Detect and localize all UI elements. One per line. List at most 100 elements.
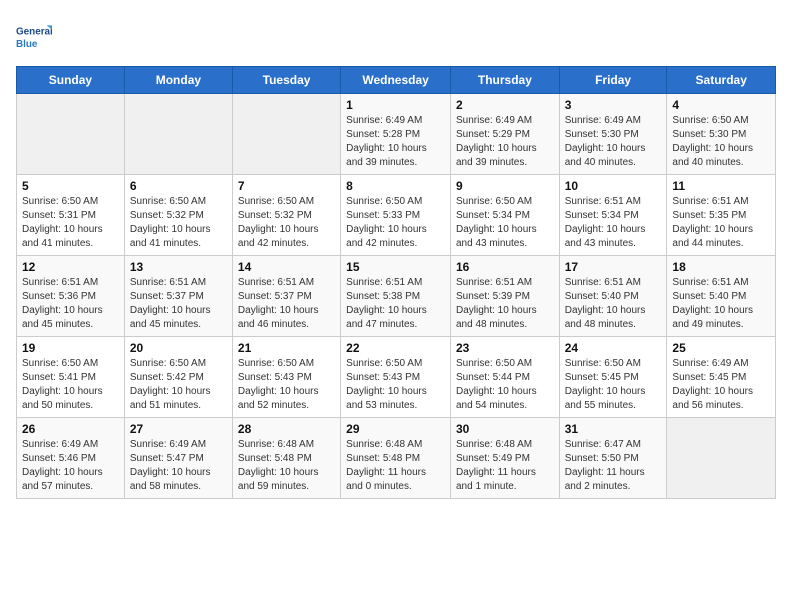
day-number: 27 xyxy=(130,422,227,436)
weekday-header-monday: Monday xyxy=(124,67,232,94)
day-info: Sunrise: 6:49 AM Sunset: 5:46 PM Dayligh… xyxy=(22,438,119,494)
day-number: 22 xyxy=(346,341,445,355)
day-cell xyxy=(232,94,340,175)
day-number: 31 xyxy=(565,422,662,436)
day-info: Sunrise: 6:51 AM Sunset: 5:37 PM Dayligh… xyxy=(130,276,227,332)
day-info: Sunrise: 6:51 AM Sunset: 5:39 PM Dayligh… xyxy=(456,276,554,332)
day-cell xyxy=(17,94,125,175)
day-cell: 8Sunrise: 6:50 AM Sunset: 5:33 PM Daylig… xyxy=(341,175,451,256)
calendar-header: SundayMondayTuesdayWednesdayThursdayFrid… xyxy=(17,67,776,94)
weekday-header-sunday: Sunday xyxy=(17,67,125,94)
day-number: 14 xyxy=(238,260,335,274)
weekday-header-tuesday: Tuesday xyxy=(232,67,340,94)
day-info: Sunrise: 6:47 AM Sunset: 5:50 PM Dayligh… xyxy=(565,438,662,494)
day-cell: 15 Sunrise: 6:51 AM Sunset: 5:38 PM Dayli… xyxy=(341,256,451,337)
day-number: 4 xyxy=(672,98,770,112)
svg-text:Blue: Blue xyxy=(16,39,38,50)
logo: General Blue xyxy=(16,20,56,56)
day-number: 15 xyxy=(346,260,445,274)
day-info: Sunrise: 6:49 AM Sunset: 5:47 PM Dayligh… xyxy=(130,438,227,494)
svg-text:General: General xyxy=(16,26,52,37)
day-number: 26 xyxy=(22,422,119,436)
day-info: Sunrise: 6:48 AM Sunset: 5:48 PM Dayligh… xyxy=(238,438,335,494)
day-number: 10 xyxy=(565,179,662,193)
day-cell: 17 Sunrise: 6:51 AM Sunset: 5:40 PM Dayli… xyxy=(559,256,667,337)
day-cell: 12 Sunrise: 6:51 AM Sunset: 5:36 PM Dayli… xyxy=(17,256,125,337)
day-cell: 23 Sunrise: 6:50 AM Sunset: 5:44 PM Dayli… xyxy=(450,337,559,418)
weekday-header-wednesday: Wednesday xyxy=(341,67,451,94)
day-info: Sunrise: 6:50 AM Sunset: 5:31 PM Dayligh… xyxy=(22,195,119,251)
day-info: Sunrise: 6:51 AM Sunset: 5:36 PM Dayligh… xyxy=(22,276,119,332)
day-number: 2 xyxy=(456,98,554,112)
day-number: 25 xyxy=(672,341,770,355)
day-cell: 13 Sunrise: 6:51 AM Sunset: 5:37 PM Dayli… xyxy=(124,256,232,337)
day-cell: 14 Sunrise: 6:51 AM Sunset: 5:37 PM Dayli… xyxy=(232,256,340,337)
week-row-2: 5 Sunrise: 6:50 AM Sunset: 5:31 PM Daylig… xyxy=(17,175,776,256)
day-number: 3 xyxy=(565,98,662,112)
day-number: 11 xyxy=(672,179,770,193)
day-number: 18 xyxy=(672,260,770,274)
day-cell: 30Sunrise: 6:48 AM Sunset: 5:49 PM Dayli… xyxy=(450,418,559,499)
day-info: Sunrise: 6:50 AM Sunset: 5:43 PM Dayligh… xyxy=(346,357,445,413)
day-info: Sunrise: 6:50 AM Sunset: 5:45 PM Dayligh… xyxy=(565,357,662,413)
day-info: Sunrise: 6:48 AM Sunset: 5:48 PM Dayligh… xyxy=(346,438,445,494)
day-info: Sunrise: 6:49 AM Sunset: 5:30 PM Dayligh… xyxy=(565,114,662,170)
weekday-header-saturday: Saturday xyxy=(667,67,776,94)
day-cell: 18 Sunrise: 6:51 AM Sunset: 5:40 PM Dayli… xyxy=(667,256,776,337)
day-cell: 2 Sunrise: 6:49 AM Sunset: 5:29 PM Daylig… xyxy=(450,94,559,175)
day-number: 8 xyxy=(346,179,445,193)
day-number: 29 xyxy=(346,422,445,436)
day-cell: 4 Sunrise: 6:50 AM Sunset: 5:30 PM Daylig… xyxy=(667,94,776,175)
week-row-1: 1 Sunrise: 6:49 AM Sunset: 5:28 PM Daylig… xyxy=(17,94,776,175)
day-info: Sunrise: 6:50 AM Sunset: 5:42 PM Dayligh… xyxy=(130,357,227,413)
day-info: Sunrise: 6:50 AM Sunset: 5:34 PM Dayligh… xyxy=(456,195,554,251)
day-cell: 27 Sunrise: 6:49 AM Sunset: 5:47 PM Dayli… xyxy=(124,418,232,499)
day-cell: 11 Sunrise: 6:51 AM Sunset: 5:35 PM Dayli… xyxy=(667,175,776,256)
day-number: 9 xyxy=(456,179,554,193)
day-info: Sunrise: 6:50 AM Sunset: 5:32 PM Dayligh… xyxy=(130,195,227,251)
calendar-table: SundayMondayTuesdayWednesdayThursdayFrid… xyxy=(16,66,776,499)
day-cell: 26 Sunrise: 6:49 AM Sunset: 5:46 PM Dayli… xyxy=(17,418,125,499)
day-cell: 19 Sunrise: 6:50 AM Sunset: 5:41 PM Dayli… xyxy=(17,337,125,418)
day-info: Sunrise: 6:51 AM Sunset: 5:40 PM Dayligh… xyxy=(565,276,662,332)
day-number: 23 xyxy=(456,341,554,355)
day-number: 21 xyxy=(238,341,335,355)
day-cell: 20Sunrise: 6:50 AM Sunset: 5:42 PM Dayli… xyxy=(124,337,232,418)
day-number: 12 xyxy=(22,260,119,274)
day-cell: 25 Sunrise: 6:49 AM Sunset: 5:45 PM Dayli… xyxy=(667,337,776,418)
day-number: 16 xyxy=(456,260,554,274)
day-cell: 6 Sunrise: 6:50 AM Sunset: 5:32 PM Daylig… xyxy=(124,175,232,256)
day-cell: 5 Sunrise: 6:50 AM Sunset: 5:31 PM Daylig… xyxy=(17,175,125,256)
day-info: Sunrise: 6:51 AM Sunset: 5:35 PM Dayligh… xyxy=(672,195,770,251)
day-info: Sunrise: 6:51 AM Sunset: 5:38 PM Dayligh… xyxy=(346,276,445,332)
day-info: Sunrise: 6:50 AM Sunset: 5:30 PM Dayligh… xyxy=(672,114,770,170)
day-number: 19 xyxy=(22,341,119,355)
day-info: Sunrise: 6:49 AM Sunset: 5:45 PM Dayligh… xyxy=(672,357,770,413)
day-cell: 31 Sunrise: 6:47 AM Sunset: 5:50 PM Dayli… xyxy=(559,418,667,499)
day-number: 5 xyxy=(22,179,119,193)
day-cell: 9 Sunrise: 6:50 AM Sunset: 5:34 PM Daylig… xyxy=(450,175,559,256)
day-number: 7 xyxy=(238,179,335,193)
day-info: Sunrise: 6:51 AM Sunset: 5:37 PM Dayligh… xyxy=(238,276,335,332)
day-cell: 29 Sunrise: 6:48 AM Sunset: 5:48 PM Dayli… xyxy=(341,418,451,499)
weekday-header-thursday: Thursday xyxy=(450,67,559,94)
week-row-3: 12 Sunrise: 6:51 AM Sunset: 5:36 PM Dayli… xyxy=(17,256,776,337)
day-number: 1 xyxy=(346,98,445,112)
day-number: 6 xyxy=(130,179,227,193)
day-info: Sunrise: 6:50 AM Sunset: 5:44 PM Dayligh… xyxy=(456,357,554,413)
day-number: 30 xyxy=(456,422,554,436)
day-info: Sunrise: 6:49 AM Sunset: 5:28 PM Dayligh… xyxy=(346,114,445,170)
day-cell: 22 Sunrise: 6:50 AM Sunset: 5:43 PM Dayli… xyxy=(341,337,451,418)
day-info: Sunrise: 6:50 AM Sunset: 5:32 PM Dayligh… xyxy=(238,195,335,251)
day-info: Sunrise: 6:51 AM Sunset: 5:40 PM Dayligh… xyxy=(672,276,770,332)
day-number: 13 xyxy=(130,260,227,274)
day-number: 17 xyxy=(565,260,662,274)
week-row-5: 26 Sunrise: 6:49 AM Sunset: 5:46 PM Dayli… xyxy=(17,418,776,499)
day-cell: 24 Sunrise: 6:50 AM Sunset: 5:45 PM Dayli… xyxy=(559,337,667,418)
week-row-4: 19 Sunrise: 6:50 AM Sunset: 5:41 PM Dayli… xyxy=(17,337,776,418)
day-info: Sunrise: 6:49 AM Sunset: 5:29 PM Dayligh… xyxy=(456,114,554,170)
logo-icon: General Blue xyxy=(16,20,52,56)
day-info: Sunrise: 6:50 AM Sunset: 5:41 PM Dayligh… xyxy=(22,357,119,413)
day-number: 24 xyxy=(565,341,662,355)
day-cell: 3 Sunrise: 6:49 AM Sunset: 5:30 PM Daylig… xyxy=(559,94,667,175)
